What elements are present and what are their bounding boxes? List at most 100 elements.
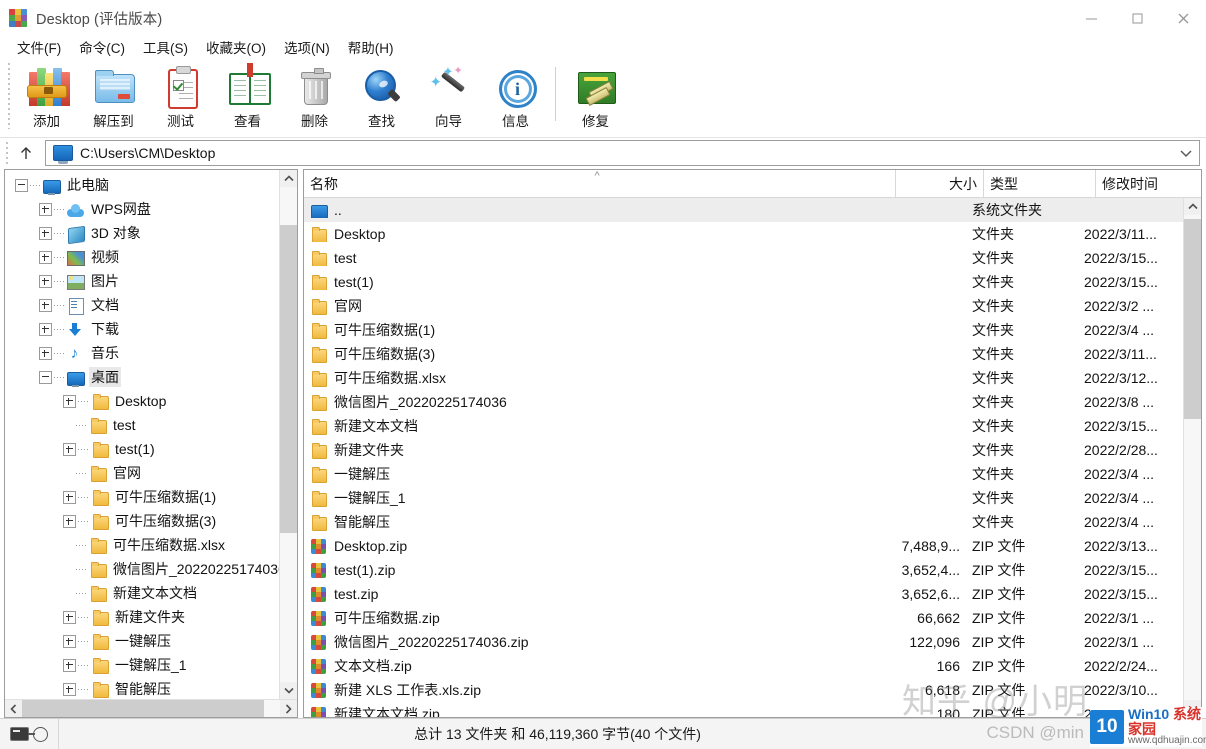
tree-node[interactable]: 视频 — [5, 245, 279, 269]
table-row[interactable]: 文本文档.zip 166 ZIP 文件 2022/2/24... — [304, 654, 1183, 678]
menu-favorites[interactable]: 收藏夹(O) — [197, 38, 275, 60]
tree-node[interactable]: 3D 对象 — [5, 221, 279, 245]
table-row[interactable]: Desktop.zip 7,488,9... ZIP 文件 2022/3/13... — [304, 534, 1183, 558]
tree-node[interactable]: 微信图片_20220225174036 — [5, 557, 279, 581]
close-button[interactable] — [1160, 0, 1206, 36]
tree-node[interactable]: 新建文本文档 — [5, 581, 279, 605]
table-row[interactable]: 微信图片_20220225174036 文件夹 2022/3/8 ... — [304, 390, 1183, 414]
tree-node[interactable]: 可牛压缩数据(3) — [5, 509, 279, 533]
tree-hscroll-thumb[interactable] — [22, 700, 264, 717]
list-vertical-scrollbar[interactable] — [1183, 198, 1201, 717]
tree-node[interactable]: 图片 — [5, 269, 279, 293]
toolbar-grip[interactable] — [6, 63, 13, 129]
scroll-up-icon[interactable] — [280, 170, 297, 187]
scroll-up-icon[interactable] — [1184, 198, 1201, 215]
tree-node[interactable]: ♪ 音乐 — [5, 341, 279, 365]
tree-node[interactable]: Desktop — [5, 389, 279, 413]
table-row[interactable]: 微信图片_20220225174036.zip 122,096 ZIP 文件 2022… — [304, 630, 1183, 654]
scroll-right-icon[interactable] — [280, 700, 297, 717]
tree-node[interactable]: 新建文件夹 — [5, 605, 279, 629]
menu-tools[interactable]: 工具(S) — [134, 38, 197, 60]
tree-expander-plus[interactable] — [63, 682, 76, 696]
table-row[interactable]: 新建 XLS 工作表.xls.zip 6,618 ZIP 文件 2022/3/10..… — [304, 678, 1183, 702]
tree-expander-plus[interactable] — [39, 298, 52, 312]
tree-expander-plus[interactable] — [63, 610, 76, 624]
table-row[interactable]: 新建文件夹 文件夹 2022/2/28... — [304, 438, 1183, 462]
table-row[interactable]: .. 系统文件夹 — [304, 198, 1183, 222]
column-header-size[interactable]: 大小 — [896, 170, 984, 197]
table-row[interactable]: 新建文本文档 文件夹 2022/3/15... — [304, 414, 1183, 438]
toolbar-button-delete[interactable]: 删除 — [281, 61, 348, 135]
tree-expander-plus[interactable] — [39, 322, 52, 336]
tree-expander-plus[interactable] — [39, 202, 52, 216]
tree-expander-plus[interactable] — [39, 226, 52, 240]
tree-node[interactable]: 桌面 — [5, 365, 279, 389]
menu-options[interactable]: 选项(N) — [275, 38, 339, 60]
column-header-type[interactable]: 类型 — [984, 170, 1096, 197]
table-row[interactable]: test.zip 3,652,6... ZIP 文件 2022/3/15... — [304, 582, 1183, 606]
address-path-combobox[interactable]: C:\Users\CM\Desktop — [45, 140, 1200, 166]
table-row[interactable]: 一键解压 文件夹 2022/3/4 ... — [304, 462, 1183, 486]
tree-horizontal-scrollbar[interactable] — [5, 699, 297, 717]
tree-node[interactable]: 可牛压缩数据(1) — [5, 485, 279, 509]
list-scroll-thumb[interactable] — [1184, 219, 1201, 419]
tree-expander-plus[interactable] — [63, 442, 76, 456]
up-arrow-icon[interactable] — [11, 140, 41, 166]
table-row[interactable]: 可牛压缩数据(1) 文件夹 2022/3/4 ... — [304, 318, 1183, 342]
table-row[interactable]: 可牛压缩数据(3) 文件夹 2022/3/11... — [304, 342, 1183, 366]
table-row[interactable]: 官网 文件夹 2022/3/2 ... — [304, 294, 1183, 318]
toolbar-button-extract-to[interactable]: 解压到 — [80, 61, 147, 135]
menu-file[interactable]: 文件(F) — [8, 38, 70, 60]
tree-node[interactable]: 一键解压_1 — [5, 653, 279, 677]
address-bar-grip[interactable] — [4, 142, 11, 164]
tree-node[interactable]: 此电脑 — [5, 173, 279, 197]
toolbar-button-repair[interactable]: 修复 — [562, 61, 629, 135]
tree-node[interactable]: 文档 — [5, 293, 279, 317]
chevron-down-icon[interactable] — [1179, 141, 1193, 165]
tree-scroll-track[interactable] — [280, 187, 297, 682]
menu-command[interactable]: 命令(C) — [70, 38, 134, 60]
tree-node[interactable]: 官网 — [5, 461, 279, 485]
tree-node[interactable]: 智能解压 — [5, 677, 279, 699]
table-row[interactable]: 一键解压_1 文件夹 2022/3/4 ... — [304, 486, 1183, 510]
tree-expander-plus[interactable] — [39, 274, 52, 288]
tree-node[interactable]: 下载 — [5, 317, 279, 341]
tree-vertical-scrollbar[interactable] — [279, 170, 297, 699]
table-row[interactable]: test(1) 文件夹 2022/3/15... — [304, 270, 1183, 294]
file-list-rows[interactable]: .. 系统文件夹 Desktop 文件夹 2022/3/11... test 文件夹 2022… — [304, 198, 1183, 717]
scroll-down-icon[interactable] — [280, 682, 297, 699]
toolbar-button-find[interactable]: 查找 — [348, 61, 415, 135]
tree-expander-minus[interactable] — [39, 370, 52, 384]
tree-expander-plus[interactable] — [39, 250, 52, 264]
tree-expander-plus[interactable] — [63, 514, 76, 528]
tree-expander-plus[interactable] — [39, 346, 52, 360]
folder-tree[interactable]: 此电脑 WPS网盘 3D 对象 视频 图片 文档 下载 ♪ 音乐 桌面 Desktop test tes… — [5, 170, 279, 699]
list-scroll-track[interactable] — [1184, 215, 1201, 700]
table-row[interactable]: test(1).zip 3,652,4... ZIP 文件 2022/3/15... — [304, 558, 1183, 582]
table-row[interactable]: Desktop 文件夹 2022/3/11... — [304, 222, 1183, 246]
table-row[interactable]: 可牛压缩数据.xlsx 文件夹 2022/3/12... — [304, 366, 1183, 390]
toolbar-button-wizard[interactable]: ✦ ✦ ✦ 向导 — [415, 61, 482, 135]
tree-expander-plus[interactable] — [63, 634, 76, 648]
toolbar-button-info[interactable]: i 信息 — [482, 61, 549, 135]
table-row[interactable]: 智能解压 文件夹 2022/3/4 ... — [304, 510, 1183, 534]
tree-node[interactable]: 一键解压 — [5, 629, 279, 653]
tree-expander-minus[interactable] — [15, 178, 28, 192]
tree-expander-plus[interactable] — [63, 490, 76, 504]
table-row[interactable]: 可牛压缩数据.zip 66,662 ZIP 文件 2022/3/1 ... — [304, 606, 1183, 630]
tree-node[interactable]: test(1) — [5, 437, 279, 461]
toolbar-button-view[interactable]: 查看 — [214, 61, 281, 135]
tree-node[interactable]: WPS网盘 — [5, 197, 279, 221]
toolbar-button-add[interactable]: 添加 — [13, 61, 80, 135]
toolbar-button-test[interactable]: 测试 — [147, 61, 214, 135]
tree-node[interactable]: test — [5, 413, 279, 437]
maximize-button[interactable] — [1114, 0, 1160, 36]
tree-node[interactable]: 可牛压缩数据.xlsx — [5, 533, 279, 557]
tree-expander-plus[interactable] — [63, 658, 76, 672]
tree-hscroll-track[interactable] — [22, 700, 280, 717]
column-header-modified[interactable]: 修改时间 — [1096, 170, 1201, 197]
menu-help[interactable]: 帮助(H) — [339, 38, 403, 60]
scroll-left-icon[interactable] — [5, 700, 22, 717]
table-row[interactable]: 新建文本文档.zip180ZIP 文件20 — [304, 702, 1183, 717]
tree-expander-plus[interactable] — [63, 394, 76, 408]
